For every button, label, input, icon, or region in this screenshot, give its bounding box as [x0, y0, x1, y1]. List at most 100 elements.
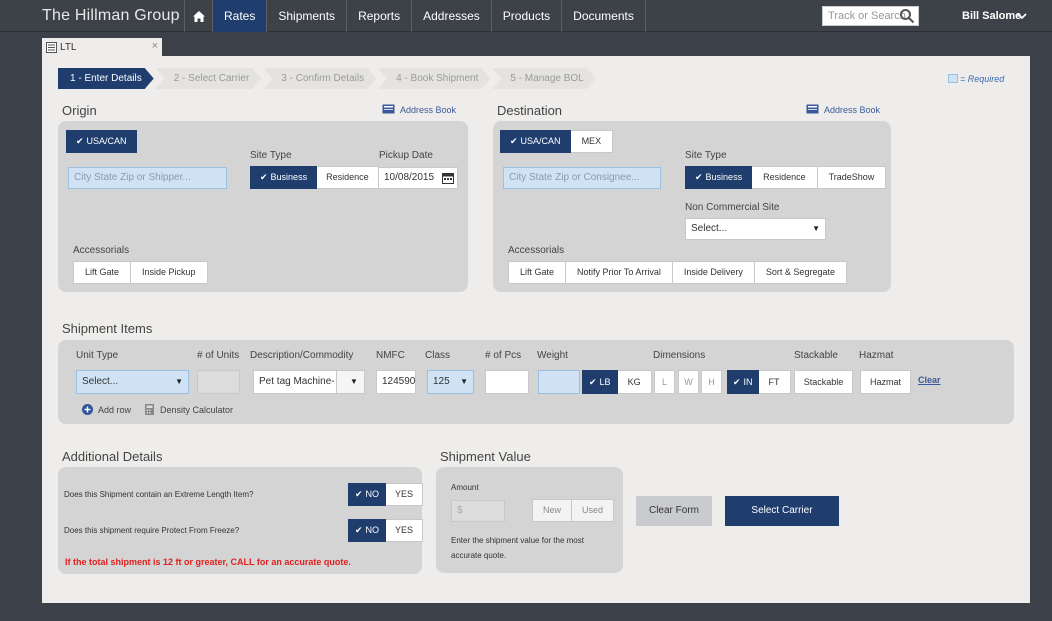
step-manage-bol[interactable]: 5 - Manage BOL — [492, 68, 595, 89]
weight-unit-lb-label: LB — [599, 377, 611, 387]
amount-input[interactable]: $ — [451, 500, 505, 522]
class-select[interactable]: 125 ▼ — [427, 370, 474, 394]
destination-country-mex[interactable]: MEX — [570, 130, 614, 153]
step-select-carrier[interactable]: 2 - Select Carrier — [156, 68, 262, 89]
density-calculator-link[interactable]: Density Calculator — [144, 404, 233, 415]
search-input[interactable]: Track or Search — [822, 6, 919, 26]
nav-documents[interactable]: Documents — [561, 0, 646, 32]
unit-type-select[interactable]: Select... ▼ — [76, 370, 189, 394]
unit-type-header: Unit Type — [76, 350, 119, 361]
destination-accessorials: Lift Gate Notify Prior To Arrival Inside… — [508, 261, 847, 284]
origin-country-toggle: ✔ USA/CAN — [66, 130, 137, 153]
nav-rates[interactable]: Rates — [212, 0, 267, 32]
extreme-length-no-label: NO — [365, 489, 380, 499]
weight-unit-kg[interactable]: KG — [617, 370, 652, 394]
extreme-length-toggle: ✔ NO YES — [348, 483, 424, 506]
class-header: Class — [425, 350, 451, 361]
destination-country-usa-can[interactable]: ✔ USA/CAN — [500, 130, 571, 153]
condition-used[interactable]: Used — [572, 499, 615, 522]
user-menu[interactable]: Bill Salome — [962, 10, 1021, 22]
destination-address-book-link[interactable]: Address Book — [806, 104, 880, 115]
calendar-icon[interactable] — [442, 172, 454, 184]
hazmat-button[interactable]: Hazmat — [860, 370, 911, 394]
class-value: 125 — [433, 376, 450, 387]
caret-down-icon: ▼ — [336, 371, 364, 393]
search-icon[interactable] — [899, 8, 915, 24]
origin-address-book-link[interactable]: Address Book — [382, 104, 456, 115]
nav-addresses[interactable]: Addresses — [411, 0, 491, 32]
required-label: = Required — [960, 74, 1005, 84]
extreme-length-no[interactable]: ✔ NO — [348, 483, 387, 506]
pickup-date-label: Pickup Date — [379, 150, 433, 161]
destination-lift-gate[interactable]: Lift Gate — [508, 261, 567, 284]
noncommercial-select[interactable]: Select... ▼ — [685, 218, 826, 240]
units-input[interactable] — [197, 370, 240, 394]
check-icon: ✔ — [260, 172, 268, 182]
hazmat-header: Hazmat — [859, 350, 894, 361]
dim-width-input[interactable]: W — [678, 370, 699, 394]
destination-site-tradeshow[interactable]: TradeShow — [817, 166, 887, 189]
pickup-date-input[interactable]: 10/08/2015 — [378, 167, 458, 189]
check-icon: ✔ — [733, 377, 741, 387]
pcs-input[interactable] — [485, 370, 529, 394]
destination-inside-delivery[interactable]: Inside Delivery — [672, 261, 755, 284]
chevron-down-icon[interactable] — [1017, 11, 1027, 21]
check-icon: ✔ — [695, 172, 703, 182]
destination-sort-segregate[interactable]: Sort & Segregate — [754, 261, 847, 284]
condition-toggle: New Used — [532, 499, 615, 522]
weight-unit-lb[interactable]: ✔ LB — [582, 370, 618, 394]
address-book-label: Address Book — [824, 105, 881, 115]
dim-length-input[interactable]: L — [654, 370, 675, 394]
address-book-icon — [382, 104, 395, 114]
origin-lift-gate[interactable]: Lift Gate — [73, 261, 132, 284]
extreme-length-yes[interactable]: YES — [386, 483, 424, 506]
caret-down-icon: ▼ — [460, 377, 468, 386]
weight-input[interactable] — [538, 370, 580, 394]
wizard-steps: 1 - Enter Details 2 - Select Carrier 3 -… — [58, 68, 598, 89]
step-enter-details[interactable]: 1 - Enter Details — [58, 68, 154, 89]
description-select[interactable]: Pet tag Machine- ▼ — [253, 370, 365, 394]
condition-new[interactable]: New — [532, 499, 573, 522]
nav-products[interactable]: Products — [490, 0, 561, 32]
destination-notify-prior[interactable]: Notify Prior To Arrival — [566, 261, 673, 284]
dim-unit-ft[interactable]: FT — [758, 370, 791, 394]
nmfc-input[interactable]: 124590 — [376, 370, 416, 394]
destination-site-business[interactable]: ✔ Business — [685, 166, 753, 189]
protect-freeze-yes[interactable]: YES — [386, 519, 424, 542]
add-row-link[interactable]: Add row — [82, 404, 131, 415]
nav-home[interactable] — [184, 0, 212, 32]
step-book-shipment[interactable]: 4 - Book Shipment — [378, 68, 490, 89]
tab-label: LTL — [60, 42, 77, 53]
dim-unit-in[interactable]: ✔ IN — [727, 370, 759, 394]
check-icon: ✔ — [510, 136, 518, 146]
destination-site-residence[interactable]: Residence — [752, 166, 818, 189]
nav-reports[interactable]: Reports — [346, 0, 411, 32]
origin-city-input[interactable]: City State Zip or Shipper... — [68, 167, 227, 189]
clear-form-button[interactable]: Clear Form — [636, 496, 712, 526]
origin-site-residence[interactable]: Residence — [317, 166, 379, 189]
origin-country-usa-can[interactable]: ✔ USA/CAN — [66, 130, 137, 153]
origin-inside-pickup[interactable]: Inside Pickup — [131, 261, 208, 284]
density-calculator-label: Density Calculator — [160, 405, 234, 415]
tab-ltl[interactable]: LTL × — [42, 38, 162, 58]
clear-row-link[interactable]: Clear — [918, 375, 941, 385]
step-confirm-details[interactable]: 3 - Confirm Details — [263, 68, 376, 89]
noncommercial-label: Non Commercial Site — [685, 202, 780, 213]
select-carrier-button[interactable]: Select Carrier — [725, 496, 839, 526]
extreme-length-question: Does this Shipment contain an Extreme Le… — [64, 490, 254, 499]
nav-shipments[interactable]: Shipments — [266, 0, 346, 32]
close-icon[interactable]: × — [152, 40, 158, 52]
stackable-button[interactable]: Stackable — [794, 370, 853, 394]
destination-city-input[interactable]: City State Zip or Consignee... — [503, 167, 661, 189]
destination-country-label: USA/CAN — [520, 136, 561, 146]
check-icon: ✔ — [355, 489, 363, 499]
protect-freeze-no[interactable]: ✔ NO — [348, 519, 387, 542]
origin-site-business[interactable]: ✔ Business — [250, 166, 318, 189]
unit-type-value: Select... — [82, 376, 119, 387]
dim-height-input[interactable]: H — [701, 370, 722, 394]
add-circle-icon — [82, 404, 93, 415]
address-book-label: Address Book — [400, 105, 457, 115]
additional-details-title: Additional Details — [62, 449, 163, 464]
brand-logo[interactable]: The Hillman Group — [42, 7, 180, 25]
noncommercial-value: Select... — [691, 223, 728, 234]
